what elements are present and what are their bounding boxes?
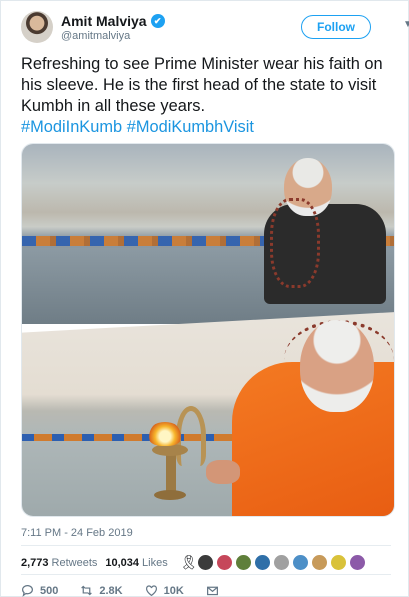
reply-count: 500 xyxy=(40,584,59,597)
retweet-button[interactable]: 2.8K xyxy=(80,584,123,597)
liker-avatar[interactable] xyxy=(235,555,251,570)
engagement-stats: 2,773 Retweets 10,034 Likes 🎗 xyxy=(21,554,365,571)
hashtag-link[interactable]: #ModiInKumb xyxy=(21,118,122,136)
author-handle[interactable]: @amitmalviya xyxy=(61,30,130,42)
tweet-media[interactable] xyxy=(21,143,395,517)
heart-icon xyxy=(145,585,157,597)
follow-button[interactable]: Follow xyxy=(301,15,371,39)
liker-avatar[interactable] xyxy=(292,555,308,570)
retweet-icon xyxy=(81,585,93,596)
like-button[interactable]: 10K xyxy=(145,584,184,597)
liker-avatar[interactable] xyxy=(311,555,327,570)
retweet-count: 2.8K xyxy=(99,584,123,597)
reply-button[interactable]: 500 xyxy=(21,584,58,597)
retweets-label[interactable]: Retweets xyxy=(52,557,98,569)
tweet-text: Refreshing to see Prime Minister wear hi… xyxy=(21,54,393,138)
reply-icon xyxy=(22,585,33,597)
tweet-body: Refreshing to see Prime Minister wear hi… xyxy=(21,55,383,115)
liker-avatar[interactable] xyxy=(197,555,213,570)
lamp-foot xyxy=(154,490,186,500)
mail-icon xyxy=(206,586,218,596)
likes-count[interactable]: 10,034 xyxy=(105,557,139,569)
divider xyxy=(21,574,391,575)
like-count: 10K xyxy=(163,584,184,597)
hashtag-list: #ModiInKumb #ModiKumbhVisit xyxy=(21,117,393,138)
lamp-flame xyxy=(148,422,182,446)
avatar[interactable] xyxy=(21,11,53,43)
retweets-count[interactable]: 2,773 xyxy=(21,557,49,569)
liker-avatar[interactable] xyxy=(349,555,365,570)
liker-avatar[interactable] xyxy=(330,555,346,570)
photo-prayer[interactable] xyxy=(22,144,394,324)
likes-label[interactable]: Likes xyxy=(142,557,168,569)
author-name-row: Amit Malviya ✔ xyxy=(61,13,165,29)
tweet-card: Amit Malviya ✔ @amitmalviya Follow ▼ Ref… xyxy=(0,0,409,597)
tweet-timestamp[interactable]: 7:11 PM - 24 Feb 2019 xyxy=(21,527,133,539)
person-hand xyxy=(206,460,240,484)
dm-button[interactable] xyxy=(206,584,225,597)
prayer-beads xyxy=(270,198,320,288)
verified-icon: ✔ xyxy=(150,14,165,28)
liker-avatar[interactable] xyxy=(216,555,232,570)
tweet-header: Amit Malviya ✔ @amitmalviya Follow ▼ xyxy=(21,11,409,45)
chevron-down-icon[interactable]: ▼ xyxy=(403,19,409,30)
liker-avatar[interactable] xyxy=(254,555,270,570)
hashtag-link[interactable]: #ModiKumbhVisit xyxy=(127,118,254,136)
liker-avatar[interactable] xyxy=(273,555,289,570)
liker-avatars: 🎗 xyxy=(180,554,365,571)
ribbon-icon: 🎗 xyxy=(179,554,198,570)
person-head xyxy=(300,320,374,412)
author-display-name[interactable]: Amit Malviya xyxy=(61,13,147,29)
divider xyxy=(21,545,391,546)
tweet-actions: 500 2.8K 10K xyxy=(21,584,247,597)
